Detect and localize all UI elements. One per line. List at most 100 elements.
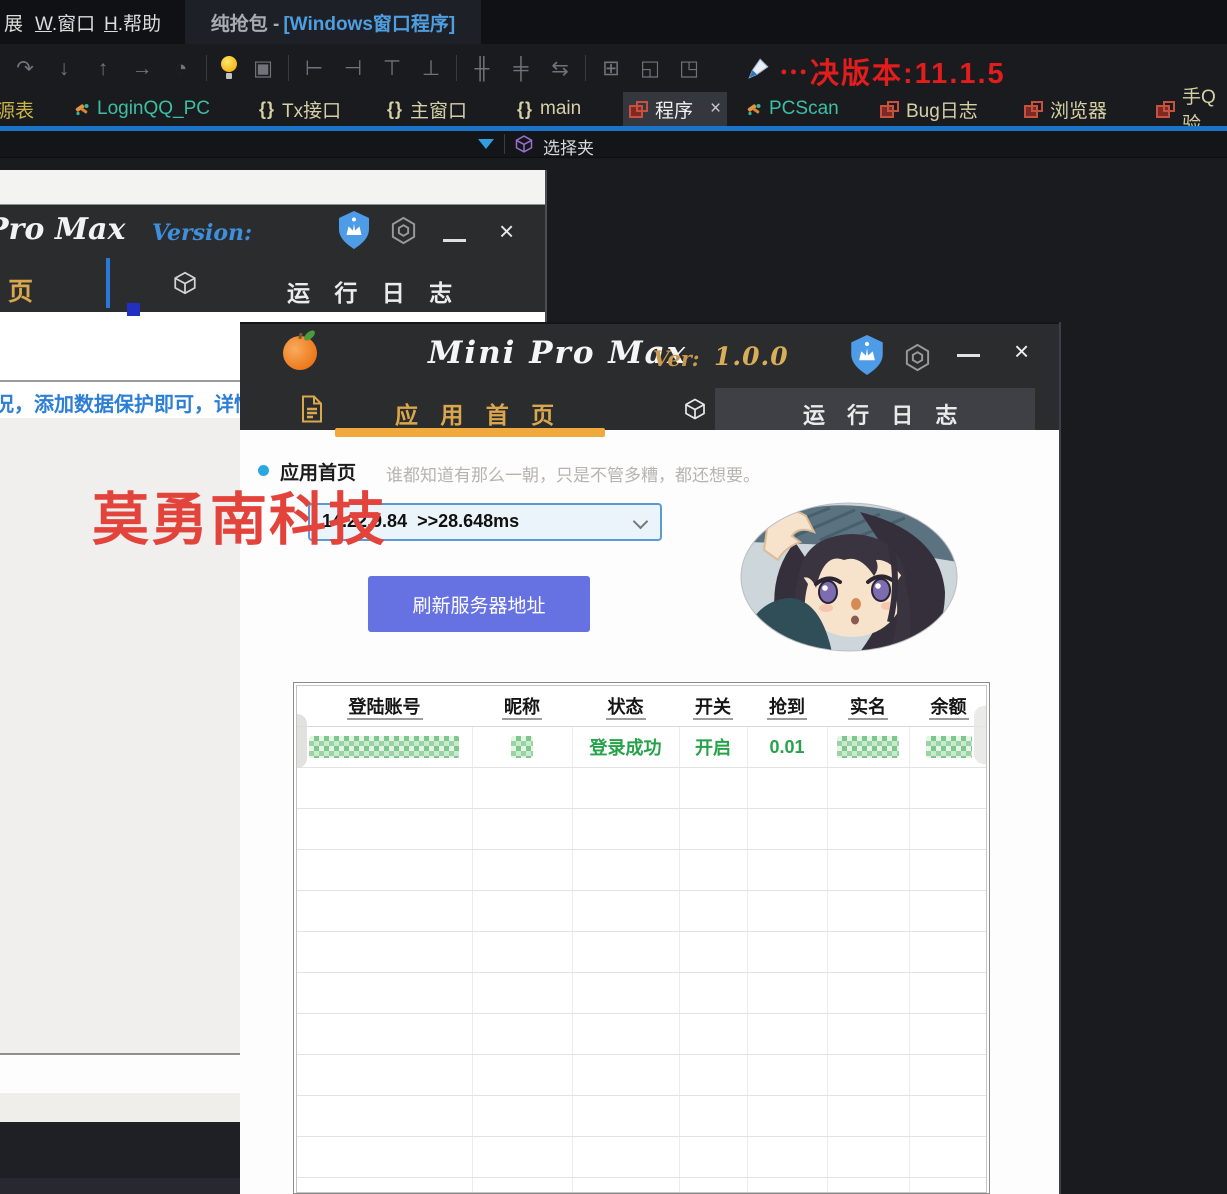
menu-item-2[interactable]: H.帮助 [104, 9, 161, 36]
empty-cell [827, 890, 910, 932]
align-bottom-icon[interactable]: ⊥ [417, 58, 445, 79]
lightbulb-icon[interactable] [220, 56, 238, 80]
empty-cell [572, 931, 680, 973]
empty-cell [679, 931, 748, 973]
empty-cell [909, 1177, 986, 1192]
align-left-icon[interactable]: ⊢ [300, 58, 328, 79]
column-header-昵称[interactable]: 昵称 [472, 686, 572, 727]
center-vertical-icon[interactable]: ╪ [507, 58, 535, 79]
empty-cell [747, 890, 828, 932]
scan-icon [746, 101, 762, 117]
undo-arrow-icon[interactable]: ↷ [11, 58, 39, 79]
center-horizontal-icon[interactable]: ╫ [468, 58, 496, 79]
masked-cell [472, 726, 573, 768]
menu-item-1[interactable]: W.窗口 [35, 9, 95, 36]
empty-cell [827, 1054, 910, 1096]
ide-tab-程序[interactable]: 程序 × [623, 92, 728, 126]
ide-tab-PCScan[interactable]: PCScan [740, 92, 845, 126]
ide-tab-手Q验[interactable]: 手Q验 [1150, 87, 1227, 135]
column-header-开关[interactable]: 开关 [679, 686, 747, 727]
record-icon[interactable]: ◔ [167, 58, 195, 79]
background-home-tab-fragment[interactable]: 页 [8, 272, 33, 308]
ide-toolbar: ↷ ↓ ↑ → ◔ ▣ ⊢ ⊣ ⊤ ⊥ ╫ ╪ ⇆ ⊞ ◱ ◳ [0, 44, 1227, 92]
align-right-icon[interactable]: ⊣ [339, 58, 367, 79]
empty-cell [747, 767, 828, 809]
ide-tab-main[interactable]: {} main [511, 92, 587, 126]
empty-cell [909, 931, 986, 973]
gear-icon[interactable] [389, 216, 418, 250]
ide-menubar: 展 W.窗口 H.帮助 纯抢包 - [Windows窗口程序] [0, 0, 1227, 44]
value-cell: 0.01 [747, 726, 828, 768]
move-right-icon[interactable]: → [128, 58, 156, 79]
empty-cell [909, 849, 986, 891]
expand-icon[interactable]: ◳ [675, 58, 703, 79]
move-down-icon[interactable]: ↓ [50, 58, 78, 79]
version-note-text: ⋯决版本:11.1.5 [779, 58, 1006, 90]
toolbar-divider [585, 55, 586, 81]
fit-size-icon[interactable]: ◱ [636, 58, 664, 79]
empty-cell [827, 931, 910, 973]
ide-tab-源表[interactable]: 源表 [0, 92, 40, 126]
empty-cell [679, 767, 748, 809]
column-header-状态[interactable]: 状态 [572, 686, 679, 727]
ide-window-title: 纯抢包 - [Windows窗口程序] [185, 0, 481, 44]
table-row[interactable]: 登录成功 开启 0.01 [297, 726, 986, 768]
ide-tab-LoginQQ_PC[interactable]: LoginQQ_PC [68, 92, 216, 126]
empty-cell [747, 972, 828, 1014]
empty-cell [572, 972, 680, 1014]
same-size-icon[interactable]: ⊞ [597, 58, 625, 79]
close-button[interactable]: × [499, 216, 514, 247]
privacy-mosaic [837, 736, 899, 758]
shield-crown-icon [336, 210, 372, 255]
chevron-down-icon [632, 513, 649, 530]
ide-tab-主窗口[interactable]: {} 主窗口 [381, 92, 473, 126]
minimize-button[interactable] [957, 354, 980, 357]
empty-cell [827, 849, 910, 891]
column-header-实名[interactable]: 实名 [827, 686, 909, 727]
selector-strip: 选择夹 [0, 131, 1227, 158]
column-header-登陆账号[interactable]: 登陆账号 [297, 686, 472, 727]
braces-icon: {} [259, 98, 276, 119]
tab-home[interactable]: 应 用 首 页 [395, 396, 562, 430]
ide-title-doc: [Windows窗口程序] [283, 13, 456, 35]
empty-cell [909, 890, 986, 932]
tab-log[interactable]: 运 行 日 志 [803, 398, 965, 430]
selector-label[interactable]: 选择夹 [543, 134, 594, 159]
ide-tab-浏览器[interactable]: 浏览器 [1018, 92, 1113, 126]
toolbar-divider [456, 55, 457, 81]
empty-cell [472, 931, 573, 973]
table-row-empty [297, 1177, 986, 1192]
column-header-抢到[interactable]: 抢到 [747, 686, 827, 727]
close-button[interactable]: × [1014, 336, 1029, 367]
refresh-server-button[interactable]: 刷新服务器地址 [368, 576, 590, 632]
move-up-icon[interactable]: ↑ [89, 58, 117, 79]
empty-cell [747, 931, 828, 973]
menu-item-0[interactable]: 展 [4, 9, 23, 36]
form-preview-icon[interactable]: ▣ [249, 58, 277, 79]
align-top-icon[interactable]: ⊤ [378, 58, 406, 79]
empty-cell [297, 1177, 473, 1192]
gear-icon[interactable] [903, 343, 932, 377]
background-log-tab[interactable]: 运 行 日 志 [287, 274, 461, 308]
table-row-empty [297, 767, 986, 809]
empty-cell [297, 767, 473, 809]
ide-tab-Bug日志[interactable]: Bug日志 [874, 92, 984, 126]
minimize-button[interactable] [443, 239, 466, 242]
ide-tab-bar: 源表 LoginQQ_PC {} Tx接口 {} 主窗口 {} main 程序 × PCScan Bu… [0, 87, 1227, 135]
empty-cell [679, 849, 748, 891]
accounts-table-inner: 登陆账号 昵称 状态 开关 抢到 实名 余额 登录成功 开启 0.01 [296, 685, 987, 1193]
ide-tab-Tx接口[interactable]: {} Tx接口 [253, 92, 347, 126]
divider [504, 134, 505, 154]
empty-cell [679, 1177, 748, 1192]
close-tab-icon[interactable]: × [710, 98, 721, 120]
accounts-table[interactable]: 登陆账号 昵称 状态 开关 抢到 实名 余额 登录成功 开启 0.01 [297, 686, 986, 1192]
empty-cell [572, 890, 680, 932]
cube-icon [172, 270, 198, 301]
chevron-down-icon[interactable] [478, 139, 494, 149]
shield-crown-icon [848, 334, 886, 381]
empty-cell [472, 1095, 573, 1137]
ide-statusbar-fragment [0, 1178, 240, 1194]
table-row-empty [297, 890, 986, 932]
table-row-empty [297, 1054, 986, 1096]
space-horizontal-icon[interactable]: ⇆ [546, 58, 574, 79]
